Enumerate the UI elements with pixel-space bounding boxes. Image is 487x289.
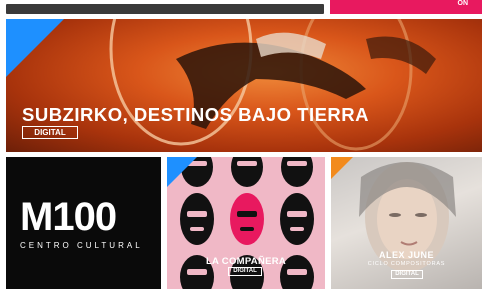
card-title: LA COMPAÑERA: [205, 256, 287, 267]
card-subtitle: CICLO COMPOSITORAS: [367, 261, 446, 267]
m100-subtitle: CENTRO CULTURAL: [20, 241, 143, 250]
card-digital-badge: DIGITAL: [391, 270, 423, 279]
card-title: ALEX JUNE: [378, 250, 434, 260]
hero-digital-badge: DIGITAL: [22, 126, 78, 139]
hero-title: SUBZIRKO, DESTINOS BAJO TIERRA: [22, 104, 369, 125]
m100-logo: M100: [20, 195, 117, 239]
card-m100[interactable]: M100 CENTRO CULTURAL: [6, 157, 161, 289]
category-corner-flag: [331, 157, 353, 179]
hero-banner[interactable]: SUBZIRKO, DESTINOS BAJO TIERRA DIGITAL: [6, 19, 482, 152]
card-alex-june[interactable]: ALEX JUNE CICLO COMPOSITORAS DIGITAL: [331, 157, 482, 289]
card-digital-badge: DIGITAL: [228, 267, 262, 276]
header-cta-button[interactable]: ON: [330, 0, 482, 14]
category-corner-flag: [6, 19, 64, 77]
header-cta-label: ON: [457, 0, 469, 7]
category-corner-flag: [167, 157, 197, 187]
top-nav-bar: [6, 4, 324, 14]
card-la-companera[interactable]: LA COMPAÑERA DIGITAL: [167, 157, 325, 289]
